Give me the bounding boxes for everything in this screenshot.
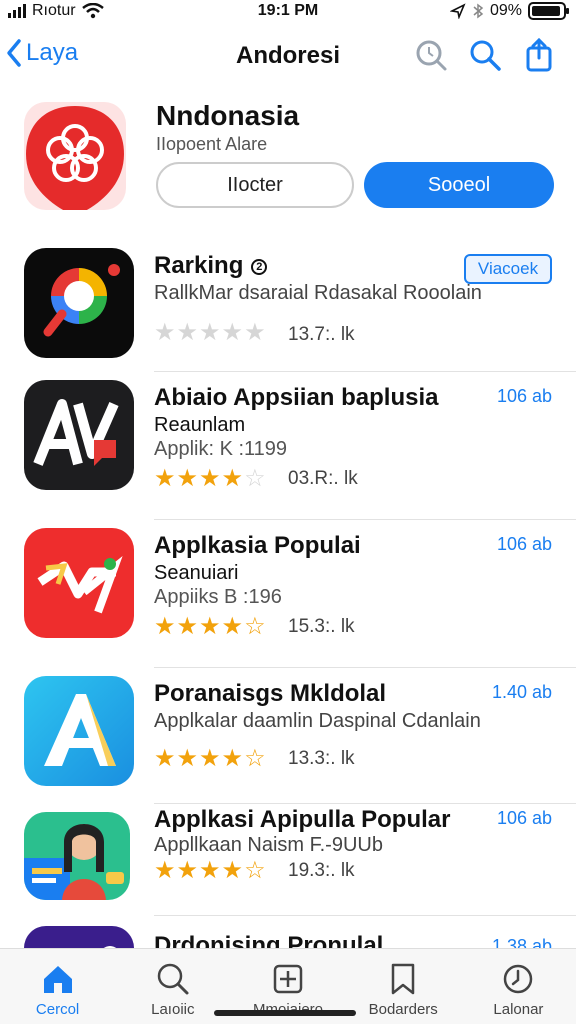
app-title: Applkasia Populai <box>154 532 361 559</box>
app-title: Abiaio Appsiian baplusia <box>154 384 439 411</box>
list-item[interactable]: Applkasi Apipulla Popular Appllkaan Nais… <box>0 804 576 916</box>
av-app-icon <box>24 380 134 490</box>
rating-stars: ★★★★☆ <box>154 613 267 640</box>
featured-title: Nndonasia <box>156 100 300 131</box>
chevron-left-icon <box>7 39 21 67</box>
add-square-icon <box>273 964 303 994</box>
primary-button[interactable]: Sooeol <box>364 162 554 208</box>
back-button[interactable]: Laya <box>6 38 78 68</box>
app-subtitle: Applkalar daamlin Daspinal Cdanlain <box>154 710 481 732</box>
app-meta: Applik: K :1199 <box>154 438 288 460</box>
app-title: Poranaisgs Mkldolal <box>154 680 387 707</box>
nav-actions <box>414 37 556 72</box>
rating-stars: ★★★★☆ <box>154 465 267 492</box>
list-item[interactable]: Rarking 2 RallkMar dsaraial Rdasakal Rooo… <box>0 240 576 372</box>
battery-icon <box>528 2 569 20</box>
list-item[interactable]: Poranaisgs Mkldolal Applkalar daamlin Da… <box>0 668 576 804</box>
app-meta: Appiiks B :196 <box>154 586 282 608</box>
rating-count: 13.3:. lk <box>288 748 355 769</box>
list-item[interactable]: Applkasia Populai Seanuiari Appiiks B :1… <box>0 520 576 668</box>
status-right: 09% <box>449 2 569 20</box>
app-size: 106 ab <box>496 534 552 554</box>
home-indicator[interactable] <box>214 1010 356 1016</box>
secondary-button[interactable]: IIocter <box>156 162 354 208</box>
ranking-app-icon <box>24 248 134 358</box>
app-subtitle: Reaunlam <box>154 414 246 436</box>
navigation-bar: Laya Andoresi <box>0 30 576 82</box>
list-item[interactable]: Abiaio Appsiian baplusia Reaunlam Applik… <box>0 372 576 520</box>
rating-stars: ★★★★☆ <box>154 857 267 884</box>
app-subtitle: Appllkaan Naism F.-9UUb <box>154 834 383 856</box>
popular-app-icon <box>24 528 134 638</box>
search-icon[interactable] <box>468 38 502 72</box>
home-icon <box>43 966 72 993</box>
rating-count: 15.3:. lk <box>288 616 355 637</box>
rating-stars: ★★★★☆ <box>154 745 267 772</box>
app-title: Applkasi Apipulla Popular <box>154 806 451 833</box>
tab-updates[interactable]: Lalonar <box>461 949 576 1024</box>
a-letter-app-icon <box>24 676 134 786</box>
portrait-app-icon <box>24 812 130 900</box>
app-size: 106 ab <box>496 808 552 828</box>
app-size: 1.40 ab <box>491 682 552 702</box>
bluetooth-icon <box>473 3 484 19</box>
app-title: Rarking 2 <box>154 252 268 280</box>
app-subtitle: Seanuiari <box>154 562 239 584</box>
tab-label: Cercol <box>35 1001 80 1018</box>
rating-count: 19.3:. lk <box>288 860 355 881</box>
tab-label: Bodarders <box>368 1001 438 1018</box>
featured-app: Nndonasia IIopoent Alare IIocter Sooeol <box>0 96 576 226</box>
featured-app-icon[interactable] <box>24 102 126 216</box>
rating-stars: ★★★★★ <box>154 319 267 346</box>
location-icon <box>449 3 466 19</box>
app-list: Rarking 2 RallkMar dsaraial Rdasakal Rooo… <box>0 240 576 1024</box>
app-subtitle: RallkMar dsaraial Rdasakal Rooolain <box>154 282 482 304</box>
battery-percent: 09% <box>489 2 522 19</box>
rating-count: 03.R:. lk <box>288 468 358 489</box>
search-icon <box>157 963 189 995</box>
clock-icon <box>504 964 533 994</box>
tab-home[interactable]: Cercol <box>0 949 115 1024</box>
rating-count: 13.7:. lk <box>288 324 355 345</box>
bookmark-icon <box>391 963 415 995</box>
info-icon: 2 <box>251 258 268 275</box>
tab-label: Lalonar <box>493 1001 544 1018</box>
back-label: Laya <box>26 39 79 66</box>
history-search-icon[interactable] <box>414 38 448 72</box>
share-icon[interactable] <box>522 37 556 72</box>
tab-label: Laıoiic <box>151 1001 195 1018</box>
status-bar: Rıotur 19:1 PM 09% <box>0 0 576 24</box>
tab-bookmarks[interactable]: Bodarders <box>346 949 461 1024</box>
featured-subtitle: IIopoent Alare <box>156 134 268 154</box>
app-size: 106 ab <box>496 386 552 406</box>
view-button[interactable]: Viacoek <box>464 254 552 284</box>
